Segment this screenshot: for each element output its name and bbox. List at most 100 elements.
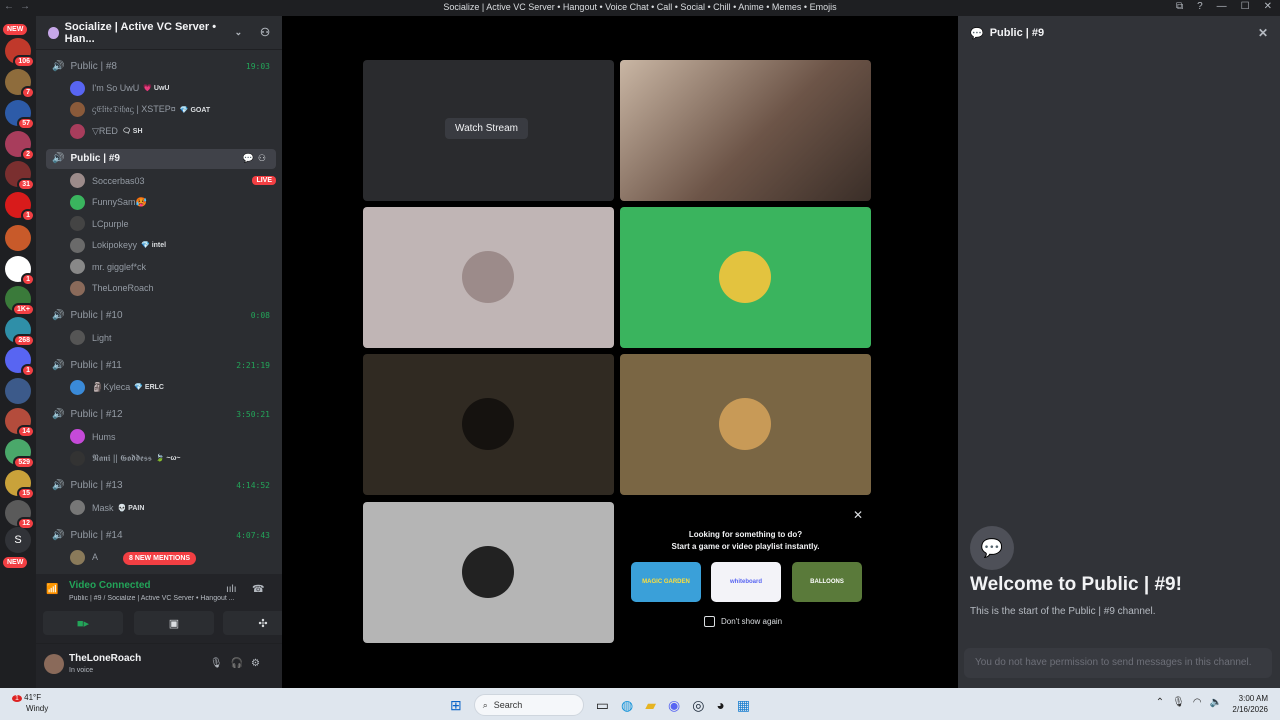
channel-actions[interactable]: 💬⚇ — [243, 153, 270, 164]
screenshare-button[interactable]: ▣ — [134, 611, 214, 635]
clock[interactable]: 3:00 AM 2/16/2026 — [1232, 693, 1268, 715]
server-icon[interactable]: 1 — [5, 347, 35, 377]
participant-tile[interactable] — [363, 354, 614, 495]
wifi-icon[interactable]: ◠ — [1193, 697, 1210, 708]
close-icon[interactable]: ✕ — [853, 508, 863, 522]
close-button[interactable]: ✕ — [1264, 1, 1272, 12]
discord-icon[interactable]: ◉ — [668, 697, 680, 714]
activity-balloons[interactable]: BALLOONS — [792, 562, 862, 602]
stream-tile[interactable]: Watch Stream — [363, 60, 614, 201]
voice-user[interactable]: 𝕹𝖆𝖓𝖎 || 𝕲𝖔𝖉𝖉𝖊𝖘𝖘 🍃 ~ω~ — [70, 448, 276, 468]
voice-user[interactable]: I'm So UwU 💗 UwU — [70, 78, 276, 98]
avatar — [70, 549, 85, 565]
help-icon[interactable]: ? — [1197, 1, 1203, 12]
voice-user[interactable]: LCpurple — [70, 214, 276, 234]
server-icon[interactable]: 31 — [5, 161, 35, 191]
voice-user[interactable]: Light — [70, 328, 276, 348]
avatar — [70, 80, 85, 96]
server-badge: 1 — [21, 209, 35, 222]
taskbar: 1 41°F Windy ⊞ ⌕ Search ▭ ◍ ▰ ◉ ◎ ◕ ▦ ⌃🎙… — [0, 688, 1280, 720]
headset-icon[interactable]: 🎧 — [231, 658, 251, 669]
participant-tile[interactable] — [620, 207, 871, 348]
participant-tile[interactable] — [363, 502, 614, 643]
server-icon[interactable] — [5, 378, 31, 404]
voice-user[interactable]: 🗿Kyleca 💎 ERLC — [70, 377, 276, 397]
voice-user[interactable]: mr. gigglef*ck — [70, 257, 276, 277]
dont-show-again[interactable]: Don't show again — [704, 616, 782, 627]
close-icon[interactable]: ✕ — [1258, 26, 1268, 40]
signal-icon[interactable]: 📶 — [46, 584, 58, 595]
inbox-icon[interactable]: ⧉ — [1176, 1, 1183, 12]
new-badge-bottom: NEW — [3, 557, 28, 568]
server-icon[interactable]: 1K+ — [5, 286, 35, 316]
voice-user[interactable]: Soccerbas03 LIVE — [70, 171, 276, 191]
chat-bubble-icon: 💬 — [970, 27, 984, 40]
mic-icon[interactable]: 🎙 — [1172, 697, 1193, 708]
volume-icon[interactable]: 🔈 — [1210, 697, 1230, 708]
server-header[interactable]: Socialize | Active VC Server • Han... ⌄ … — [36, 16, 282, 50]
speaker-icon: 🔊 — [52, 310, 65, 321]
server-icon[interactable] — [5, 225, 31, 251]
minimize-button[interactable]: — — [1217, 1, 1227, 12]
activity-promo: ✕ Looking for something to do? Start a g… — [620, 502, 871, 643]
voice-user[interactable]: ▽RED 🗨 SH — [70, 121, 276, 141]
server-icon[interactable]: 106 — [5, 38, 35, 68]
voice-channel[interactable]: 🔊 Public | #13 4:14:52 — [46, 476, 276, 496]
voice-channel[interactable]: 🔊 Public | #11 2:21:19 — [46, 355, 276, 375]
noise-suppression-icon[interactable]: ıılı — [226, 584, 237, 595]
server-icon[interactable]: 268 — [5, 317, 35, 347]
server-icon[interactable]: 2 — [5, 131, 35, 161]
edge-icon[interactable]: ◍ — [621, 697, 633, 714]
photos-icon[interactable]: ▦ — [737, 697, 750, 714]
server-icon-s[interactable]: S — [5, 527, 31, 553]
checkbox[interactable] — [704, 616, 715, 627]
voice-user[interactable]: FunnySam🥵 — [70, 192, 276, 212]
speaker-icon: 🔊 — [52, 529, 65, 541]
server-icon[interactable]: 7 — [5, 69, 35, 99]
activity-whiteboard[interactable]: whiteboard — [711, 562, 781, 602]
file-explorer-icon[interactable]: ▰ — [645, 697, 656, 714]
window-controls: ⧉ ? — ☐ ✕ — [1176, 1, 1272, 12]
voice-channel[interactable]: 🔊 Public | #12 3:50:21 — [46, 405, 276, 425]
voice-user[interactable]: ᦓ𝔈𝔩𝔦𝔱𝔢𝔇𝔦𝔥𝔞ᦓ | XSTEP¤ 💎 GOAT — [70, 100, 276, 120]
new-mentions-pill[interactable]: 8 NEW MENTIONS — [123, 552, 197, 565]
voice-user[interactable]: Lokipokeyy 💎 intel — [70, 235, 276, 255]
server-icon[interactable]: 1 — [5, 256, 35, 286]
participant-tile[interactable] — [363, 207, 614, 348]
steam-icon[interactable]: ◎ — [692, 697, 704, 714]
voice-user[interactable]: TheLoneRoach — [70, 278, 276, 298]
voice-channel[interactable]: 🔊 Public | #14 4:07:43 — [46, 525, 276, 545]
server-icon[interactable]: 57 — [5, 100, 35, 130]
server-icon[interactable]: 15 — [5, 470, 35, 500]
server-icon[interactable]: 529 — [5, 439, 35, 469]
chrome-icon[interactable]: ◕ — [716, 697, 724, 713]
avatar[interactable] — [44, 654, 64, 674]
server-icon[interactable]: 12 — [5, 500, 35, 530]
weather-widget[interactable]: 1 41°F Windy — [12, 693, 48, 714]
gear-icon[interactable]: ⚙ — [251, 658, 268, 669]
participant-tile[interactable] — [620, 354, 871, 495]
add-member-icon[interactable]: ⚇ — [260, 26, 270, 39]
task-view-icon[interactable]: ▭ — [596, 697, 609, 714]
voice-status[interactable]: Video Connected — [69, 580, 151, 591]
disconnect-icon[interactable]: ☎ — [252, 584, 264, 595]
voice-channel[interactable]: 🔊 Public | #9 💬⚇ — [46, 148, 276, 169]
server-icon[interactable]: 1 — [5, 192, 35, 222]
video-tile-camera[interactable] — [620, 60, 871, 201]
watch-stream-button[interactable]: Watch Stream — [445, 118, 528, 139]
windows-start-icon[interactable]: ⊞ — [450, 697, 462, 714]
mic-icon[interactable]: 🎙 — [210, 658, 231, 669]
camera-button[interactable]: ■▸ — [43, 611, 123, 635]
channel-name: Public | #9 — [70, 153, 120, 164]
chevron-up-icon[interactable]: ⌃ — [1156, 697, 1172, 708]
voice-user[interactable]: Hums — [70, 427, 276, 447]
chevron-down-icon[interactable]: ⌄ — [235, 27, 243, 38]
username[interactable]: TheLoneRoach — [69, 653, 141, 664]
server-icon[interactable]: 14 — [5, 408, 35, 438]
activity-magic-garden[interactable]: MAGIC GARDEN — [631, 562, 701, 602]
voice-user[interactable]: Mask 💀 PAIN — [70, 498, 276, 518]
voice-channel[interactable]: 🔊 Public | #8 19:03 — [46, 56, 276, 76]
taskbar-search[interactable]: ⌕ Search — [473, 694, 584, 716]
maximize-button[interactable]: ☐ — [1241, 1, 1250, 12]
voice-channel[interactable]: 🔊 Public | #10 0:08 — [46, 306, 276, 326]
